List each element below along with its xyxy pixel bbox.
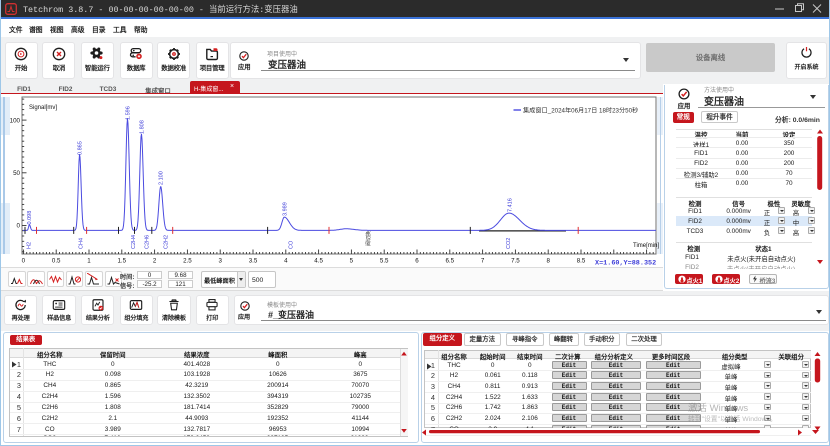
svg-text:4: 4 — [284, 258, 288, 265]
svg-text:1.808: 1.808 — [140, 120, 146, 134]
svg-text:2.100: 2.100 — [159, 171, 165, 185]
svg-text:阀切换: 阀切换 — [365, 231, 372, 246]
svg-text:CH4: CH4 — [79, 238, 85, 249]
svg-text:6.5: 6.5 — [445, 258, 454, 265]
svg-text:C2H6: C2H6 — [145, 235, 151, 249]
svg-text:6: 6 — [415, 258, 419, 265]
svg-text:CO2: CO2 — [506, 238, 512, 249]
svg-text:0: 0 — [17, 223, 21, 230]
svg-text:7.416: 7.416 — [508, 198, 514, 212]
svg-text:1.5: 1.5 — [117, 258, 126, 265]
svg-text:Signal[mv]: Signal[mv] — [29, 105, 57, 111]
svg-text:4.5: 4.5 — [314, 258, 323, 265]
svg-text:0: 0 — [22, 258, 26, 265]
svg-text:1: 1 — [87, 258, 91, 265]
svg-text:0.865: 0.865 — [78, 141, 84, 155]
svg-text:3.989: 3.989 — [283, 202, 289, 216]
svg-text:H2: H2 — [27, 242, 33, 249]
svg-text:3.5: 3.5 — [249, 258, 258, 265]
svg-text:8.5: 8.5 — [577, 258, 586, 265]
svg-text:5.5: 5.5 — [380, 258, 389, 265]
svg-text:集成窗口_2024年06月17日 18时23分50秒: 集成窗口_2024年06月17日 18时23分50秒 — [523, 107, 638, 115]
svg-text:Time[min]: Time[min] — [633, 243, 659, 249]
svg-text:C2H4: C2H4 — [131, 235, 137, 249]
svg-text:7: 7 — [481, 258, 485, 265]
svg-text:2.5: 2.5 — [183, 258, 192, 265]
svg-text:0.098: 0.098 — [27, 211, 33, 225]
svg-text:50: 50 — [13, 170, 20, 177]
svg-text:2: 2 — [153, 258, 157, 265]
svg-text:100: 100 — [10, 117, 21, 124]
svg-text:8: 8 — [546, 258, 550, 265]
svg-text:1.596: 1.596 — [126, 106, 132, 120]
svg-text:3: 3 — [218, 258, 222, 265]
svg-text:0.5: 0.5 — [52, 258, 61, 265]
svg-text:X=1.60,Y=88.352: X=1.60,Y=88.352 — [595, 260, 656, 267]
svg-text:5: 5 — [350, 258, 354, 265]
svg-text:C2H2: C2H2 — [164, 235, 170, 249]
svg-text:7.5: 7.5 — [511, 258, 520, 265]
svg-text:CO: CO — [289, 240, 295, 249]
